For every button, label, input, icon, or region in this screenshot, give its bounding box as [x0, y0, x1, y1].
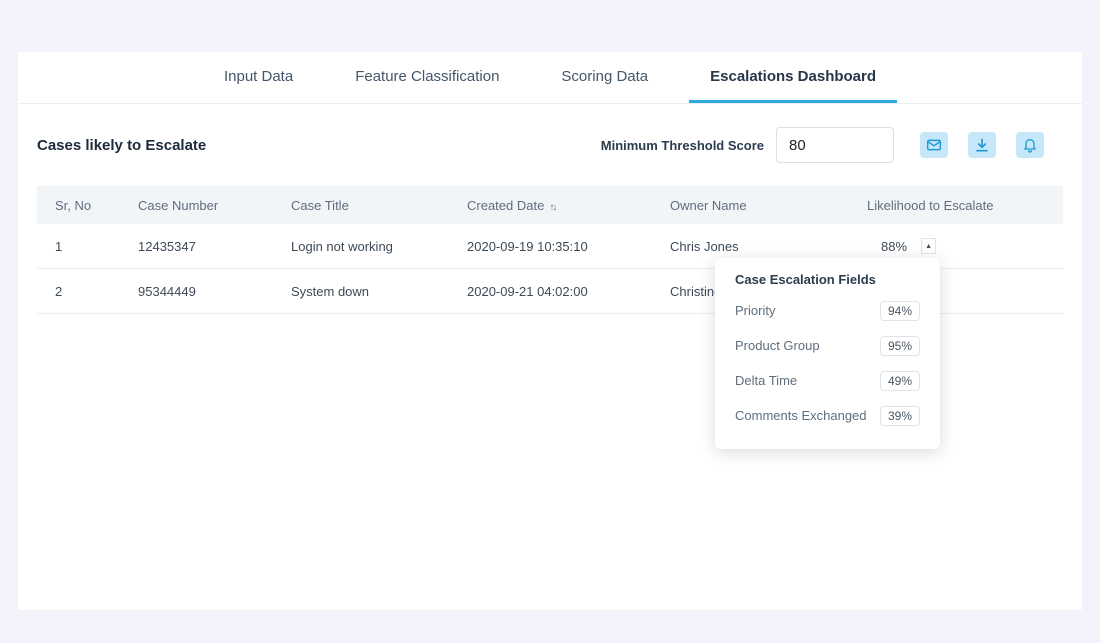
cell-case-number: 12435347 — [138, 239, 291, 254]
download-icon — [974, 137, 990, 153]
popover-field-row: Delta Time 49% — [735, 363, 920, 398]
popover-field-row: Comments Exchanged 39% — [735, 398, 920, 433]
col-header-created-date[interactable]: Created Date ↑↓ — [467, 198, 670, 213]
created-date-label: Created Date — [467, 198, 544, 213]
tab-feature-classification[interactable]: Feature Classification — [334, 52, 520, 103]
sort-icon[interactable]: ↑↓ — [549, 202, 555, 213]
mail-button[interactable] — [920, 132, 948, 158]
toolbar: Cases likely to Escalate Minimum Thresho… — [18, 104, 1082, 186]
col-header-sr-no: Sr, No — [55, 198, 138, 213]
notification-button[interactable] — [1016, 132, 1044, 158]
cell-created-date: 2020-09-21 04:02:00 — [467, 284, 670, 299]
tab-bar: Input Data Feature Classification Scorin… — [18, 52, 1082, 104]
cell-created-date: 2020-09-19 10:35:10 — [467, 239, 670, 254]
cell-sr-no: 2 — [55, 284, 138, 299]
cell-owner-name: Chris Jones — [670, 239, 867, 254]
tab-scoring-data[interactable]: Scoring Data — [540, 52, 669, 103]
caret-up-icon: ▲ — [925, 243, 932, 250]
collapse-row-button[interactable]: ▲ — [921, 238, 936, 254]
case-escalation-popover: Case Escalation Fields Priority 94% Prod… — [715, 258, 940, 449]
cell-case-title: Login not working — [291, 239, 467, 254]
table-header-row: Sr, No Case Number Case Title Created Da… — [37, 186, 1063, 224]
cell-case-number: 95344449 — [138, 284, 291, 299]
field-label: Product Group — [735, 338, 820, 353]
page-title: Cases likely to Escalate — [37, 137, 206, 154]
download-button[interactable] — [968, 132, 996, 158]
tab-input-data[interactable]: Input Data — [203, 52, 314, 103]
field-value-badge: 39% — [880, 406, 920, 426]
field-label: Priority — [735, 303, 775, 318]
col-header-case-number: Case Number — [138, 198, 291, 213]
field-value-badge: 94% — [880, 301, 920, 321]
popover-field-row: Product Group 95% — [735, 328, 920, 363]
field-label: Delta Time — [735, 373, 797, 388]
cell-case-title: System down — [291, 284, 467, 299]
col-header-case-title: Case Title — [291, 198, 467, 213]
threshold-label: Minimum Threshold Score — [601, 138, 764, 153]
cell-sr-no: 1 — [55, 239, 138, 254]
popover-field-row: Priority 94% — [735, 293, 920, 328]
field-label: Comments Exchanged — [735, 408, 867, 423]
threshold-input[interactable] — [776, 127, 894, 163]
popover-title: Case Escalation Fields — [735, 272, 920, 287]
cell-likelihood: 88% ▲ — [867, 238, 1063, 254]
col-header-owner-name: Owner Name — [670, 198, 867, 213]
bell-icon — [1022, 137, 1038, 153]
field-value-badge: 95% — [880, 336, 920, 356]
mail-icon — [926, 137, 942, 153]
field-value-badge: 49% — [880, 371, 920, 391]
tab-escalations-dashboard[interactable]: Escalations Dashboard — [689, 52, 897, 103]
likelihood-value: 88% — [881, 239, 907, 254]
col-header-likelihood: Likelihood to Escalate — [867, 198, 1063, 213]
